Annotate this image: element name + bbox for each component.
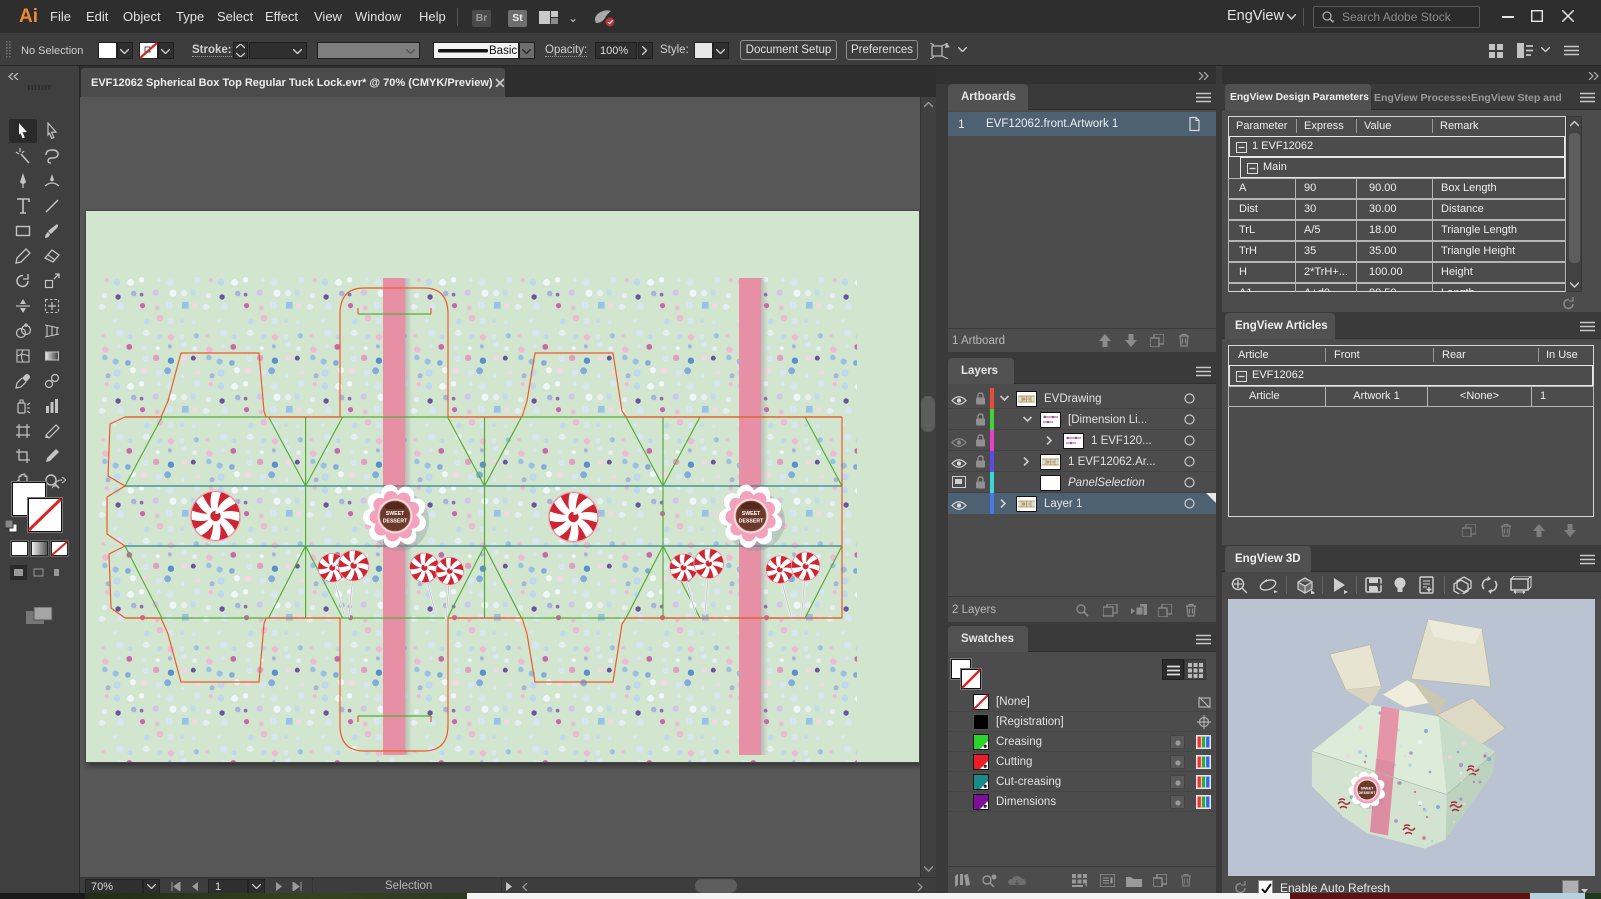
svg-text:SWEET: SWEET <box>742 511 761 517</box>
svg-text:SWEET: SWEET <box>386 511 405 517</box>
svg-text:DESSERT: DESSERT <box>383 519 408 525</box>
svg-text:DESSERT: DESSERT <box>1359 791 1377 795</box>
svg-text:DESSERT: DESSERT <box>739 519 764 525</box>
